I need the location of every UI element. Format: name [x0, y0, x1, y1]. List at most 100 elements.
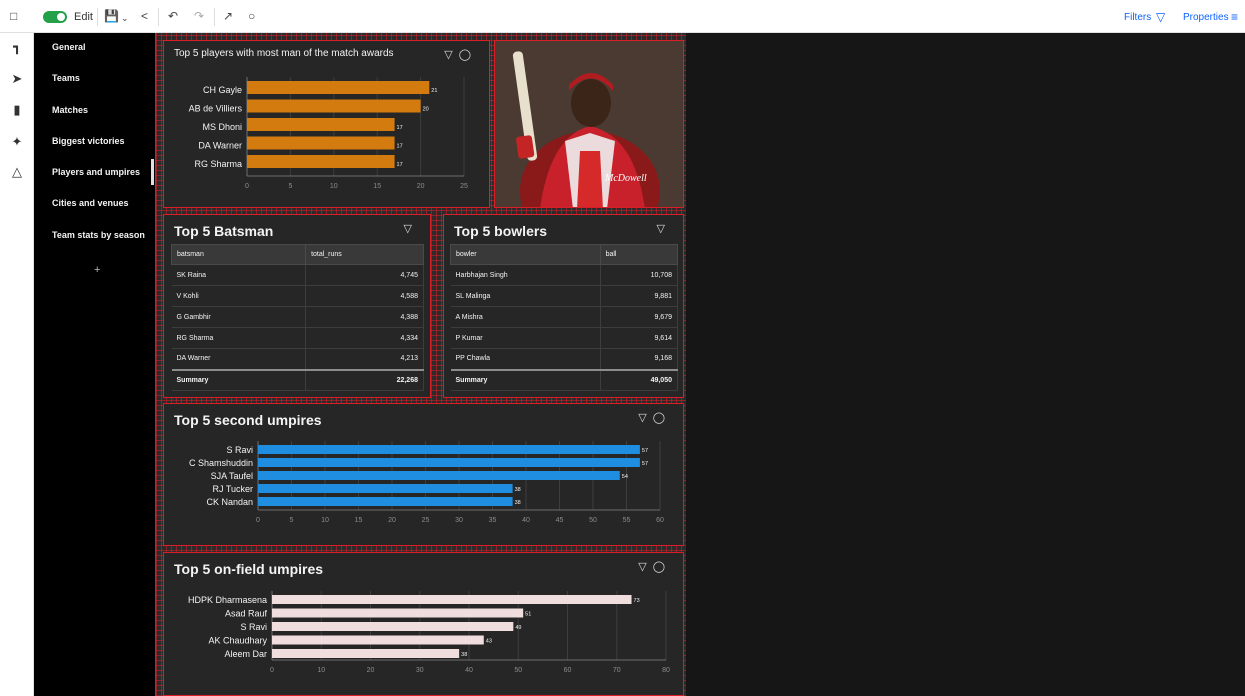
table-row: DA Warner 4,213	[171, 348, 424, 370]
shapes-icon[interactable]: △	[9, 164, 25, 180]
bar	[258, 458, 640, 467]
bar	[258, 445, 640, 454]
tools-icon[interactable]: ✦	[9, 134, 25, 150]
table-row: G Gambhir 4,388	[171, 306, 424, 328]
bar	[258, 484, 513, 493]
x-tick-label: 35	[489, 517, 497, 524]
data-label: 73	[634, 598, 640, 604]
cell: P Kumar	[450, 327, 601, 349]
x-tick-label: 70	[613, 667, 621, 674]
column-header[interactable]: bowler	[450, 244, 601, 265]
nav-item-matches[interactable]: Matches	[52, 105, 88, 115]
table-row: SK Raina 4,745	[171, 264, 424, 286]
category-label: CH Gayle	[203, 85, 242, 95]
edit-label: Edit	[74, 11, 93, 23]
widget-title: Top 5 Batsman	[174, 223, 274, 239]
cell: 22,268	[305, 368, 424, 391]
category-label: HDPK Dharmasena	[188, 595, 267, 605]
top-bowlers-widget[interactable]: Top 5 bowlers ▽ bowler ball Harbhajan Si…	[443, 214, 684, 398]
cell: 9,881	[600, 285, 679, 307]
cell: A Mishra	[450, 306, 601, 328]
x-tick-label: 10	[330, 183, 338, 190]
column-header[interactable]: ball	[599, 244, 679, 265]
filters-button[interactable]: Filters	[1124, 12, 1151, 23]
onfield-umpires-bar-chart: 0 10 20 30 40 50 60 70 80 HDPK Dharmasena 73 Asad R…	[188, 591, 670, 674]
x-tick-label: 20	[388, 517, 396, 524]
table-row: RG Sharma 4,334	[171, 327, 424, 349]
bar	[272, 649, 460, 658]
nav-item-players-and-umpires[interactable]: Players and umpires	[52, 167, 140, 177]
nav-item-general[interactable]: General	[52, 42, 86, 52]
undo-icon[interactable]: ↶	[168, 9, 178, 23]
pin-icon[interactable]: ➤	[9, 71, 25, 87]
cell: V Kohli	[171, 285, 307, 307]
onfield-umpires-widget[interactable]: Top 5 on-field umpires ▽◯ 0 10 20 30 40 50 60 7…	[163, 552, 684, 696]
filter-icon[interactable]: ▽	[1156, 10, 1165, 24]
cell: 4,213	[305, 348, 424, 370]
svg-text:McDowell: McDowell	[604, 173, 647, 184]
cell: 49,050	[600, 368, 679, 391]
mom-awards-widget[interactable]: Top 5 players with most man of the match…	[163, 40, 490, 208]
nav-item-cities-and-venues[interactable]: Cities and venues	[52, 198, 129, 208]
bar	[272, 608, 524, 618]
redo-icon[interactable]: ↷	[194, 9, 204, 23]
hierarchy-icon[interactable]: ┓	[9, 39, 25, 55]
second-umpires-widget[interactable]: Top 5 second umpires ▽◯ 0 5 10 15 20 25 30 35 40…	[163, 403, 684, 546]
comment-icon[interactable]: □	[10, 9, 17, 23]
add-tab-button[interactable]: +	[94, 264, 100, 276]
data-label: 54	[622, 474, 628, 480]
cell: DA Warner	[171, 348, 307, 370]
x-tick-label: 15	[355, 517, 363, 524]
widget-title: Top 5 bowlers	[454, 223, 548, 239]
x-tick-label: 40	[522, 517, 530, 524]
sliders-icon[interactable]: ≡	[1231, 10, 1238, 24]
batsman-table: batsman total_runs SK Raina 4,745 V Kohli…	[170, 244, 424, 391]
category-label: Asad Rauf	[225, 609, 268, 619]
share-icon[interactable]: <	[141, 9, 148, 23]
table-row: Harbhajan Singh 10,708	[450, 264, 679, 286]
bar	[247, 99, 421, 113]
filter-icon[interactable]: ▽	[404, 222, 418, 235]
cell: PP Chawla	[450, 348, 601, 370]
active-tab-indicator	[151, 159, 154, 185]
data-label: 43	[486, 639, 492, 645]
cricketer-image: McDowell	[495, 41, 683, 207]
cell: RG Sharma	[171, 327, 307, 349]
data-label: 17	[397, 162, 403, 168]
table-row: PP Chawla 9,168	[450, 348, 679, 370]
second-umpires-bar-chart: 0 5 10 15 20 25 30 35 40 45 50 55 60 S Ravi 57 C Shamsh…	[189, 441, 664, 524]
column-header[interactable]: total_runs	[305, 244, 424, 265]
cell: 4,334	[305, 327, 424, 349]
nav-item-teams[interactable]: Teams	[52, 73, 80, 83]
x-tick-label: 55	[623, 517, 631, 524]
nav-item-team-stats-by-season[interactable]: Team stats by season	[52, 230, 145, 240]
x-tick-label: 25	[422, 517, 430, 524]
x-tick-label: 25	[460, 183, 468, 190]
expand-icon[interactable]: ↗	[223, 9, 233, 23]
edit-toggle[interactable]	[43, 11, 67, 23]
bar	[247, 81, 430, 94]
filter-icon[interactable]: ▽	[657, 222, 671, 235]
bar-chart-icon[interactable]: ▮	[9, 102, 25, 118]
category-label: S Ravi	[240, 622, 267, 632]
category-label: C Shamshuddin	[189, 458, 253, 468]
x-tick-label: 15	[373, 183, 381, 190]
cell: 9,679	[600, 306, 679, 328]
save-icon[interactable]: 💾	[104, 9, 119, 23]
cell: 4,588	[305, 285, 424, 307]
column-header[interactable]: batsman	[170, 244, 307, 265]
pin-icon[interactable]: ○	[248, 9, 255, 23]
properties-button[interactable]: Properties	[1183, 12, 1229, 23]
nav-item-biggest-victories[interactable]: Biggest victories	[52, 136, 125, 146]
bar	[258, 497, 513, 506]
x-tick-label: 10	[317, 667, 325, 674]
toolbar-divider	[158, 8, 159, 26]
category-label: DA Warner	[198, 141, 242, 151]
chevron-down-icon[interactable]: ⌄	[121, 11, 129, 25]
top-batsman-widget[interactable]: Top 5 Batsman ▽ batsman total_runs SK Ra…	[163, 214, 431, 398]
x-tick-label: 60	[564, 667, 572, 674]
bar	[247, 155, 395, 168]
category-label: S Ravi	[226, 445, 253, 455]
x-tick-label: 30	[416, 667, 424, 674]
cell: Summary	[171, 368, 307, 391]
